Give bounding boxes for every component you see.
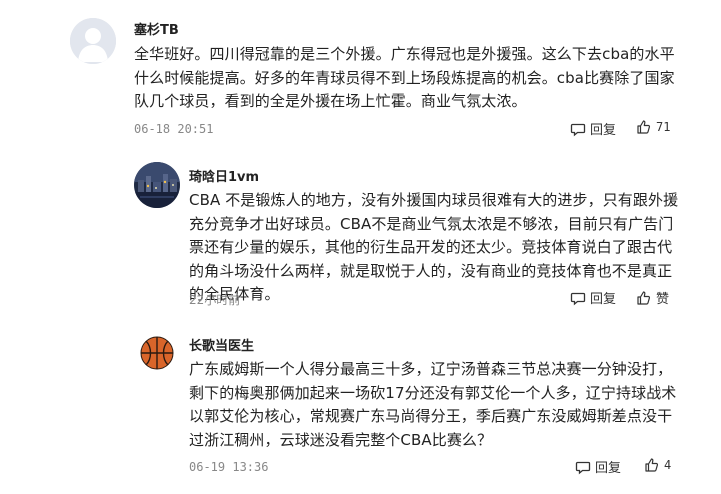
comment-bubble-icon <box>575 461 591 474</box>
thumbs-up-icon <box>637 120 651 134</box>
thumbs-up-icon <box>637 290 651 305</box>
username[interactable]: 塞杉TB <box>134 19 179 38</box>
like-button[interactable]: 71 <box>636 119 670 135</box>
comment-text: 全华班好。四川得冠靠的是三个外援。广东得冠也是外援强。这么下去cba的水平什么时… <box>134 45 675 110</box>
like-button[interactable]: 赞 <box>636 288 669 307</box>
username[interactable]: 长歌当医生 <box>189 335 254 354</box>
comment-bubble-icon <box>570 292 586 305</box>
avatar[interactable] <box>134 162 180 208</box>
comment-bubble-icon <box>570 123 586 136</box>
like-count: 71 <box>656 120 671 134</box>
reply-label: 回复 <box>595 461 622 476</box>
like-button[interactable]: 4 <box>644 457 671 473</box>
night-city-avatar-icon <box>134 162 180 208</box>
thumbs-up-icon <box>645 458 659 472</box>
reply-button[interactable]: 回复 <box>570 288 616 307</box>
reply-label: 回复 <box>590 123 617 138</box>
reply-button[interactable]: 回复 <box>570 119 616 138</box>
timestamp: 06-18 20:51 <box>134 122 214 136</box>
timestamp: 06-19 13:36 <box>189 460 269 474</box>
avatar[interactable] <box>134 330 180 376</box>
reply-button[interactable]: 回复 <box>575 457 621 476</box>
timestamp: 22小时前 <box>189 293 241 307</box>
avatar[interactable] <box>70 18 116 64</box>
default-avatar-icon <box>70 18 116 64</box>
username[interactable]: 琦晗日1vm <box>189 166 259 185</box>
reply-label: 回复 <box>590 292 617 307</box>
like-count: 4 <box>664 458 672 472</box>
basketball-avatar-icon <box>134 330 180 376</box>
like-label: 赞 <box>656 292 670 307</box>
comment-text: 广东威姆斯一个人得分最高三十多，辽宁汤普森三节总决赛一分钟没打，剩下的梅奥那俩加… <box>189 360 677 449</box>
